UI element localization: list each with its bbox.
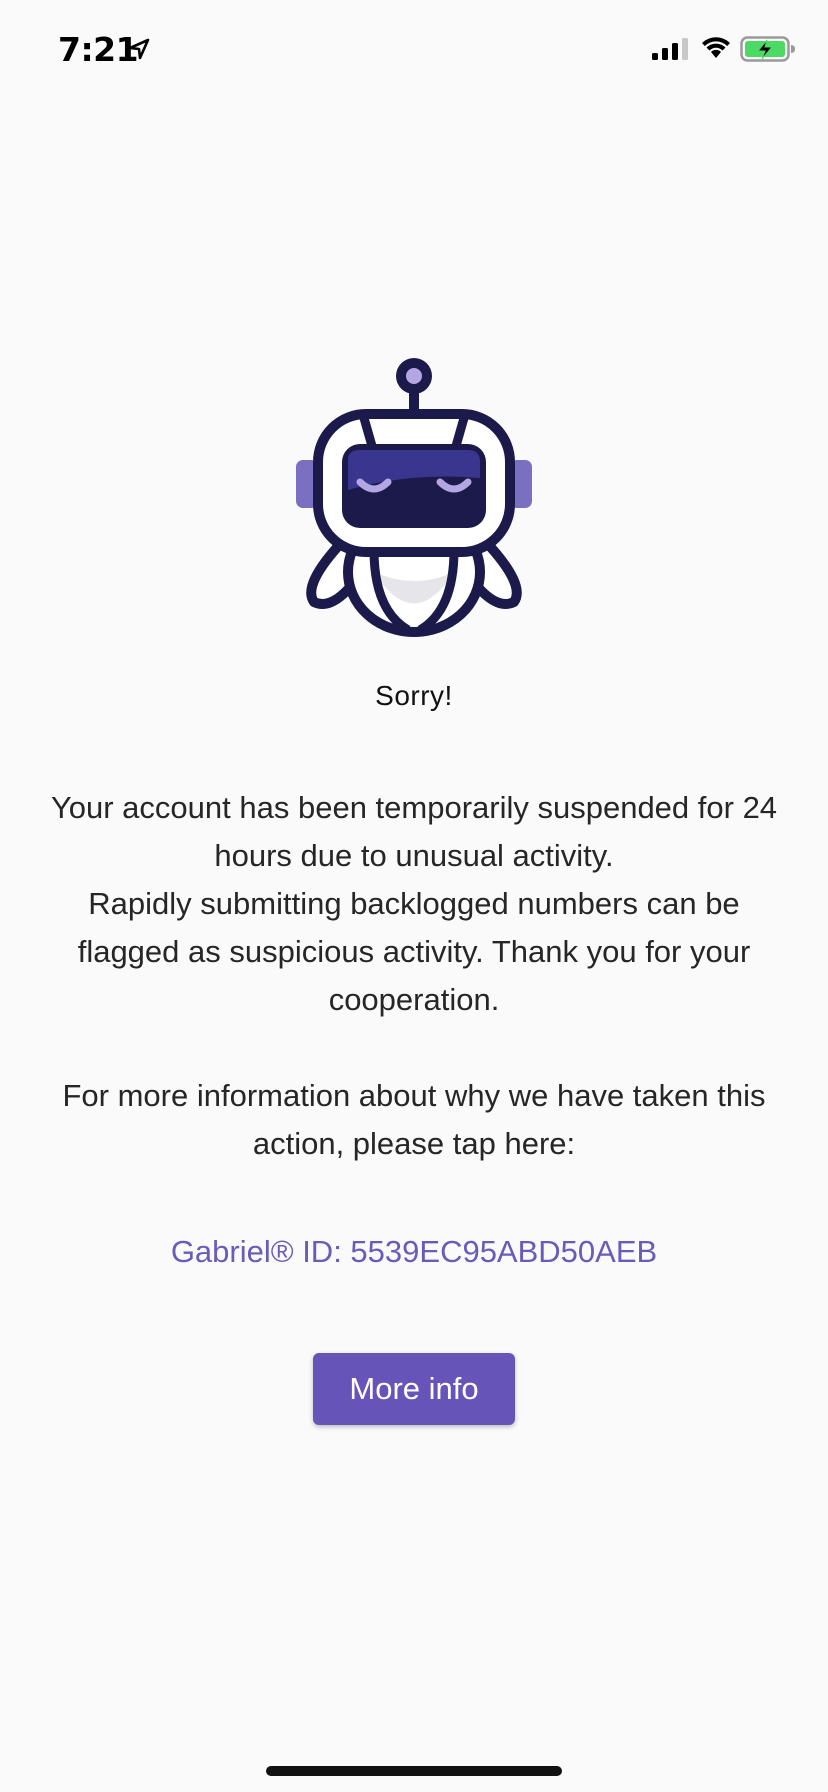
gabriel-id-link[interactable]: Gabriel® ID: 5539EC95ABD50AEB <box>0 1234 828 1270</box>
more-info-button[interactable]: More info <box>313 1353 515 1425</box>
wifi-icon <box>702 37 730 58</box>
suspension-message: Your account has been temporarily suspen… <box>50 784 778 1024</box>
robot-mascot-icon <box>296 358 532 637</box>
home-indicator[interactable] <box>266 1766 562 1776</box>
page-title: Sorry! <box>375 680 453 711</box>
battery-charging-icon <box>740 36 795 62</box>
info-text: For more information about why we have t… <box>62 1078 766 1161</box>
status-bar: 7:21 <box>0 0 828 100</box>
status-time: 7:21 <box>58 30 139 69</box>
message-line-1: Your account has been temporarily suspen… <box>50 790 778 873</box>
message-line-2: Rapidly submitting backlogged numbers ca… <box>77 886 751 1017</box>
location-arrow-icon <box>128 38 150 60</box>
cell-signal-icon <box>652 38 688 60</box>
